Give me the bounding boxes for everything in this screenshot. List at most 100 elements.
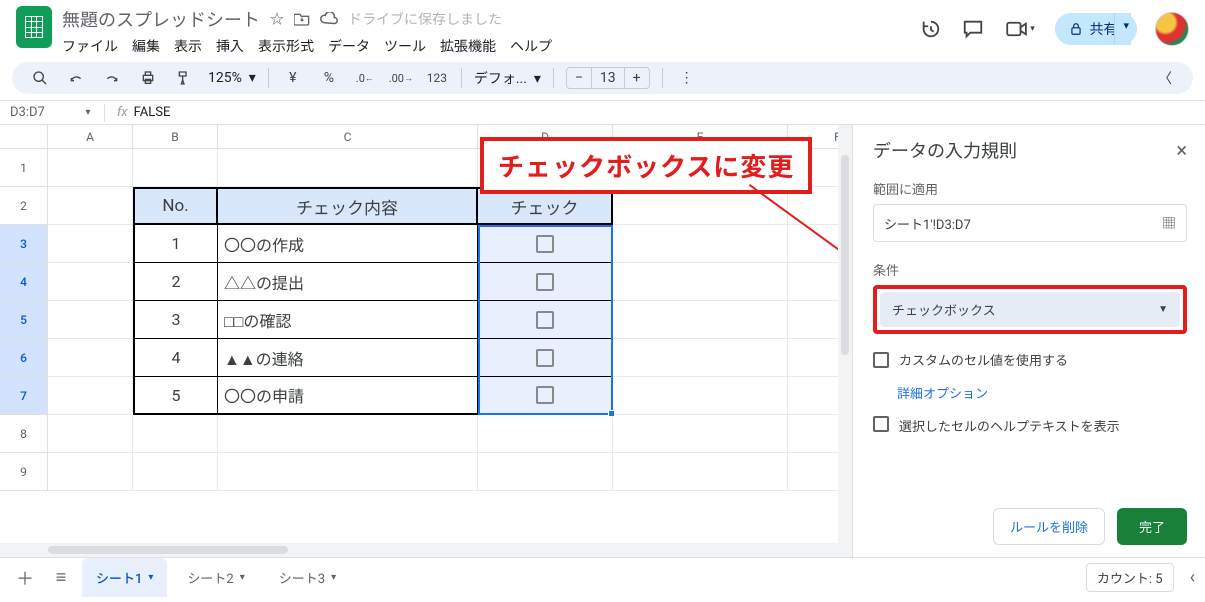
font-size-value[interactable]: 13 bbox=[591, 68, 625, 88]
table-cell-no[interactable]: 5 bbox=[133, 377, 218, 415]
meet-icon[interactable]: ▾ bbox=[1003, 17, 1037, 41]
quicksum-display[interactable]: カウント: 5 bbox=[1086, 563, 1174, 592]
row-header[interactable]: 1 bbox=[0, 149, 48, 187]
menu-help[interactable]: ヘルプ bbox=[510, 36, 552, 56]
row-header[interactable]: 3 bbox=[0, 225, 48, 263]
table-cell-no[interactable]: 2 bbox=[133, 263, 218, 301]
print-icon[interactable] bbox=[136, 66, 160, 90]
redo-icon[interactable] bbox=[100, 66, 124, 90]
chevron-down-icon[interactable]: ▾ bbox=[331, 572, 336, 583]
apply-range-input[interactable]: シート1'!D3:D7 ▦ bbox=[873, 204, 1187, 242]
annotation-highlight: チェックボックス ▼ bbox=[873, 285, 1187, 334]
comments-icon[interactable] bbox=[961, 17, 985, 41]
close-icon[interactable]: × bbox=[1176, 138, 1187, 162]
cloud-status-icon[interactable] bbox=[320, 12, 338, 26]
advanced-options-link[interactable]: 詳細オプション bbox=[873, 383, 1187, 402]
checkbox-cell[interactable] bbox=[478, 377, 613, 415]
row-header[interactable]: 7 bbox=[0, 377, 48, 415]
grid-select-icon[interactable]: ▦ bbox=[1162, 213, 1176, 233]
checkbox-cell[interactable] bbox=[478, 301, 613, 339]
vertical-scrollbar[interactable] bbox=[838, 125, 852, 543]
formula-bar[interactable]: FALSE bbox=[134, 105, 171, 120]
table-cell-text[interactable]: 〇〇の作成 bbox=[218, 225, 478, 263]
sheet-tab-2[interactable]: シート2▾ bbox=[173, 558, 258, 597]
row-header[interactable]: 8 bbox=[0, 415, 48, 453]
increase-decimal-button[interactable]: .00→ bbox=[389, 66, 413, 90]
spreadsheet-grid[interactable]: A B C D E F 1 2 3 4 5 6 7 8 9 bbox=[0, 125, 853, 557]
col-header-C[interactable]: C bbox=[218, 125, 478, 149]
row-header[interactable]: 9 bbox=[0, 453, 48, 491]
sheet-tab-3[interactable]: シート3▾ bbox=[265, 558, 350, 597]
chevron-down-icon: ▼ bbox=[1158, 304, 1168, 315]
checkbox-cell[interactable] bbox=[478, 339, 613, 377]
table-cell-no[interactable]: 4 bbox=[133, 339, 218, 377]
criteria-dropdown[interactable]: チェックボックス ▼ bbox=[880, 292, 1180, 327]
row-header[interactable]: 5 bbox=[0, 301, 48, 339]
doc-title[interactable]: 無題のスプレッドシート bbox=[62, 6, 260, 32]
menu-extensions[interactable]: 拡張機能 bbox=[440, 36, 496, 56]
col-header-A[interactable]: A bbox=[48, 125, 133, 149]
menu-view[interactable]: 表示 bbox=[174, 36, 202, 56]
custom-values-checkbox[interactable]: カスタムのセル値を使用する bbox=[873, 350, 1187, 369]
star-icon[interactable]: ☆ bbox=[270, 9, 284, 29]
table-cell-no[interactable]: 1 bbox=[133, 225, 218, 263]
table-header-no[interactable]: No. bbox=[133, 187, 218, 225]
table-cell-text[interactable]: △△の提出 bbox=[218, 263, 478, 301]
table-cell-no[interactable]: 3 bbox=[133, 301, 218, 339]
col-header-B[interactable]: B bbox=[133, 125, 218, 149]
table-cell-text[interactable]: ▲▲の連絡 bbox=[218, 339, 478, 377]
zoom-dropdown[interactable]: 125% ▾ bbox=[208, 70, 256, 86]
decrease-decimal-button[interactable]: .0← bbox=[353, 66, 377, 90]
undo-icon[interactable] bbox=[64, 66, 88, 90]
explore-icon[interactable]: ‹ bbox=[1190, 567, 1195, 588]
font-size-control[interactable]: − 13 + bbox=[566, 67, 650, 89]
font-size-decrease[interactable]: − bbox=[567, 68, 591, 88]
checkbox-icon[interactable] bbox=[536, 311, 554, 329]
table-cell-text[interactable]: □□の確認 bbox=[218, 301, 478, 339]
sheet-tab-1[interactable]: シート1▾ bbox=[82, 558, 167, 597]
table-cell-text[interactable]: 〇〇の申請 bbox=[218, 377, 478, 415]
font-size-increase[interactable]: + bbox=[625, 68, 649, 88]
more-tools-icon[interactable]: ⋮ bbox=[675, 66, 699, 90]
avatar[interactable] bbox=[1155, 12, 1189, 46]
menu-insert[interactable]: 挿入 bbox=[216, 36, 244, 56]
name-box-dropdown[interactable]: ▾ bbox=[78, 107, 98, 118]
select-all-corner[interactable] bbox=[0, 125, 48, 149]
delete-rule-button[interactable]: ルールを削除 bbox=[993, 508, 1105, 545]
checkbox-icon[interactable] bbox=[536, 386, 554, 404]
menu-tools[interactable]: ツール bbox=[384, 36, 426, 56]
menu-data[interactable]: データ bbox=[328, 36, 370, 56]
row-header[interactable]: 6 bbox=[0, 339, 48, 377]
share-dropdown[interactable]: ▾ bbox=[1114, 13, 1137, 45]
done-button[interactable]: 完了 bbox=[1117, 508, 1187, 545]
menu-file[interactable]: ファイル bbox=[62, 36, 118, 56]
number-format-button[interactable]: 123 bbox=[425, 66, 449, 90]
percent-button[interactable]: % bbox=[317, 66, 341, 90]
checkbox-cell[interactable] bbox=[478, 225, 613, 263]
show-help-text-checkbox[interactable]: 選択したセルのヘルプテキストを表示 bbox=[873, 416, 1187, 435]
sheet-tab-bar: ＋ ≡ シート1▾ シート2▾ シート3▾ カウント: 5 ‹ bbox=[0, 557, 1205, 597]
history-icon[interactable] bbox=[919, 17, 943, 41]
name-box[interactable]: D3:D7 bbox=[0, 103, 78, 122]
sheets-app-icon[interactable] bbox=[16, 6, 52, 48]
font-dropdown[interactable]: デフォ... ▾ bbox=[474, 68, 541, 88]
paint-format-icon[interactable] bbox=[172, 66, 196, 90]
checkbox-icon[interactable] bbox=[536, 349, 554, 367]
currency-button[interactable]: ¥ bbox=[281, 66, 305, 90]
collapse-toolbar-icon[interactable]: 〈 bbox=[1153, 66, 1177, 90]
horizontal-scrollbar[interactable] bbox=[0, 543, 852, 557]
chevron-down-icon[interactable]: ▾ bbox=[148, 572, 153, 583]
all-sheets-button[interactable]: ≡ bbox=[46, 563, 76, 593]
menu-edit[interactable]: 編集 bbox=[132, 36, 160, 56]
checkbox-cell[interactable] bbox=[478, 263, 613, 301]
row-header[interactable]: 4 bbox=[0, 263, 48, 301]
row-header[interactable]: 2 bbox=[0, 187, 48, 225]
chevron-down-icon[interactable]: ▾ bbox=[240, 572, 245, 583]
checkbox-icon[interactable] bbox=[536, 235, 554, 253]
table-header-content[interactable]: チェック内容 bbox=[218, 187, 478, 225]
move-icon[interactable] bbox=[294, 12, 310, 26]
add-sheet-button[interactable]: ＋ bbox=[10, 563, 40, 593]
checkbox-icon[interactable] bbox=[536, 273, 554, 291]
search-icon[interactable] bbox=[28, 66, 52, 90]
menu-format[interactable]: 表示形式 bbox=[258, 36, 314, 56]
